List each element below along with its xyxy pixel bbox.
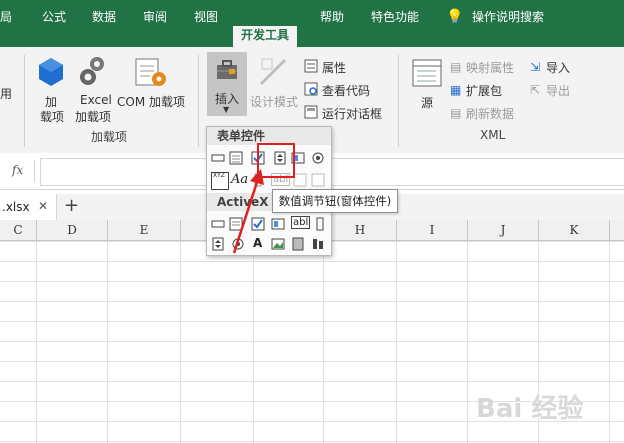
activex-list-box-icon[interactable]	[271, 217, 285, 231]
excel-addins-label-2: 加载项	[75, 110, 112, 124]
ribbon-separator	[24, 55, 25, 147]
properties-button[interactable]: 属性	[322, 59, 346, 76]
close-icon[interactable]: ✕	[38, 199, 48, 213]
import-icon: ⇲	[530, 60, 541, 74]
import-button[interactable]: 导入	[546, 59, 570, 76]
activex-spin-button-icon[interactable]	[211, 237, 225, 251]
column-header-e[interactable]: E	[108, 220, 181, 240]
combo-box-control-icon[interactable]	[229, 151, 243, 165]
tab-data[interactable]: 数据	[92, 0, 116, 47]
activex-text-box-icon[interactable]: abl	[291, 216, 311, 229]
run-dialog-button[interactable]: 运行对话框	[322, 105, 382, 122]
excel-addins-gear-icon[interactable]	[78, 55, 108, 90]
formula-input[interactable]	[40, 158, 624, 186]
column-header-i[interactable]: I	[397, 220, 468, 240]
expansion-pack-button[interactable]: 扩展包	[466, 82, 502, 99]
button-control-icon[interactable]	[211, 151, 225, 165]
xml-source-label: 源	[421, 96, 434, 110]
activex-more-controls-icon[interactable]	[311, 237, 325, 251]
tab-developer[interactable]: 开发工具	[233, 26, 298, 47]
addins-hex-icon[interactable]	[38, 57, 64, 90]
xml-source-icon[interactable]	[412, 59, 442, 90]
design-mode-label: 设计模式	[250, 95, 299, 109]
grid-line	[36, 241, 37, 443]
workbook-file-name: .xlsx	[2, 200, 30, 214]
tab-special-features[interactable]: 特色功能	[371, 0, 419, 47]
xml-group-label: XML	[480, 128, 506, 142]
excel-addins-label-1: Excel	[80, 93, 112, 107]
add-tab-icon[interactable]: +	[64, 195, 79, 216]
watermark-text: Bai 经验	[476, 394, 584, 424]
fx-icon[interactable]: fx	[12, 163, 23, 177]
ribbon-separator	[398, 55, 399, 147]
grid-line	[253, 241, 254, 443]
design-mode-icon	[258, 57, 288, 88]
column-header-h[interactable]: H	[324, 220, 397, 240]
refresh-data-icon: ▤	[450, 106, 462, 120]
red-arrow-icon	[232, 169, 264, 254]
map-properties-icon: ▤	[450, 60, 462, 74]
column-header-k[interactable]: K	[539, 220, 610, 240]
tab-layout-partial[interactable]: 局	[0, 0, 12, 47]
spin-button-tooltip: 数值调节钮(窗体控件)	[272, 189, 398, 213]
column-header-j[interactable]: J	[468, 220, 539, 240]
grid-line	[107, 241, 108, 443]
view-code-icon	[304, 82, 318, 99]
grid-line	[467, 241, 468, 443]
expansion-pack-icon: ▦	[450, 83, 462, 97]
column-header-c[interactable]: C	[0, 220, 37, 240]
grid-line	[396, 241, 397, 443]
activex-image-icon[interactable]	[271, 237, 285, 251]
ribbon-tab-bar: 局 公式 数据 审阅 视图 开发工具 帮助 特色功能 💡 操作说明搜索	[0, 0, 624, 47]
activex-toggle-button-icon[interactable]	[291, 237, 305, 251]
map-properties-button: 映射属性	[466, 61, 515, 75]
combo-drop-edit-icon	[311, 173, 325, 187]
xyz-text: XYZ	[213, 172, 225, 179]
activex-button-icon[interactable]	[211, 217, 225, 231]
tab-help[interactable]: 帮助	[320, 0, 344, 47]
chevron-down-icon: ▼	[223, 105, 230, 114]
tab-formulas[interactable]: 公式	[42, 0, 66, 47]
tab-view[interactable]: 视图	[194, 0, 218, 47]
addins-label-2: 载项	[40, 110, 65, 124]
export-icon: ⇱	[530, 83, 541, 97]
com-addins-label: COM 加载项	[117, 95, 185, 109]
addins-group-label: 加载项	[91, 130, 128, 144]
form-controls-header-text: 表单控件	[217, 129, 266, 143]
com-addins-icon[interactable]	[134, 57, 168, 92]
ribbon-separator	[198, 55, 199, 147]
workbook-tab[interactable]: .xlsx ✕	[0, 194, 57, 220]
activex-scroll-bar-icon[interactable]	[313, 217, 327, 231]
combo-list-edit-icon	[293, 173, 307, 187]
grid-line	[323, 241, 324, 443]
refresh-data-button: 刷新数据	[466, 107, 515, 121]
option-button-control-icon[interactable]	[311, 151, 325, 165]
tab-review[interactable]: 审阅	[143, 0, 167, 47]
grid-line	[180, 241, 181, 443]
ribbon-left-partial-label: 用	[0, 87, 13, 101]
column-header-d[interactable]: D	[37, 220, 108, 240]
view-code-button[interactable]: 查看代码	[322, 82, 370, 99]
insert-button[interactable]: 插入 ▼	[207, 52, 247, 116]
tab-tell-me-search[interactable]: 操作说明搜索	[472, 0, 544, 47]
label-control-icon[interactable]: XYZ	[211, 172, 229, 190]
export-button: 导出	[546, 84, 571, 98]
lightbulb-icon: 💡	[446, 9, 464, 25]
properties-icon	[304, 59, 318, 76]
run-dialog-icon	[304, 105, 318, 122]
grid-line	[609, 241, 610, 443]
